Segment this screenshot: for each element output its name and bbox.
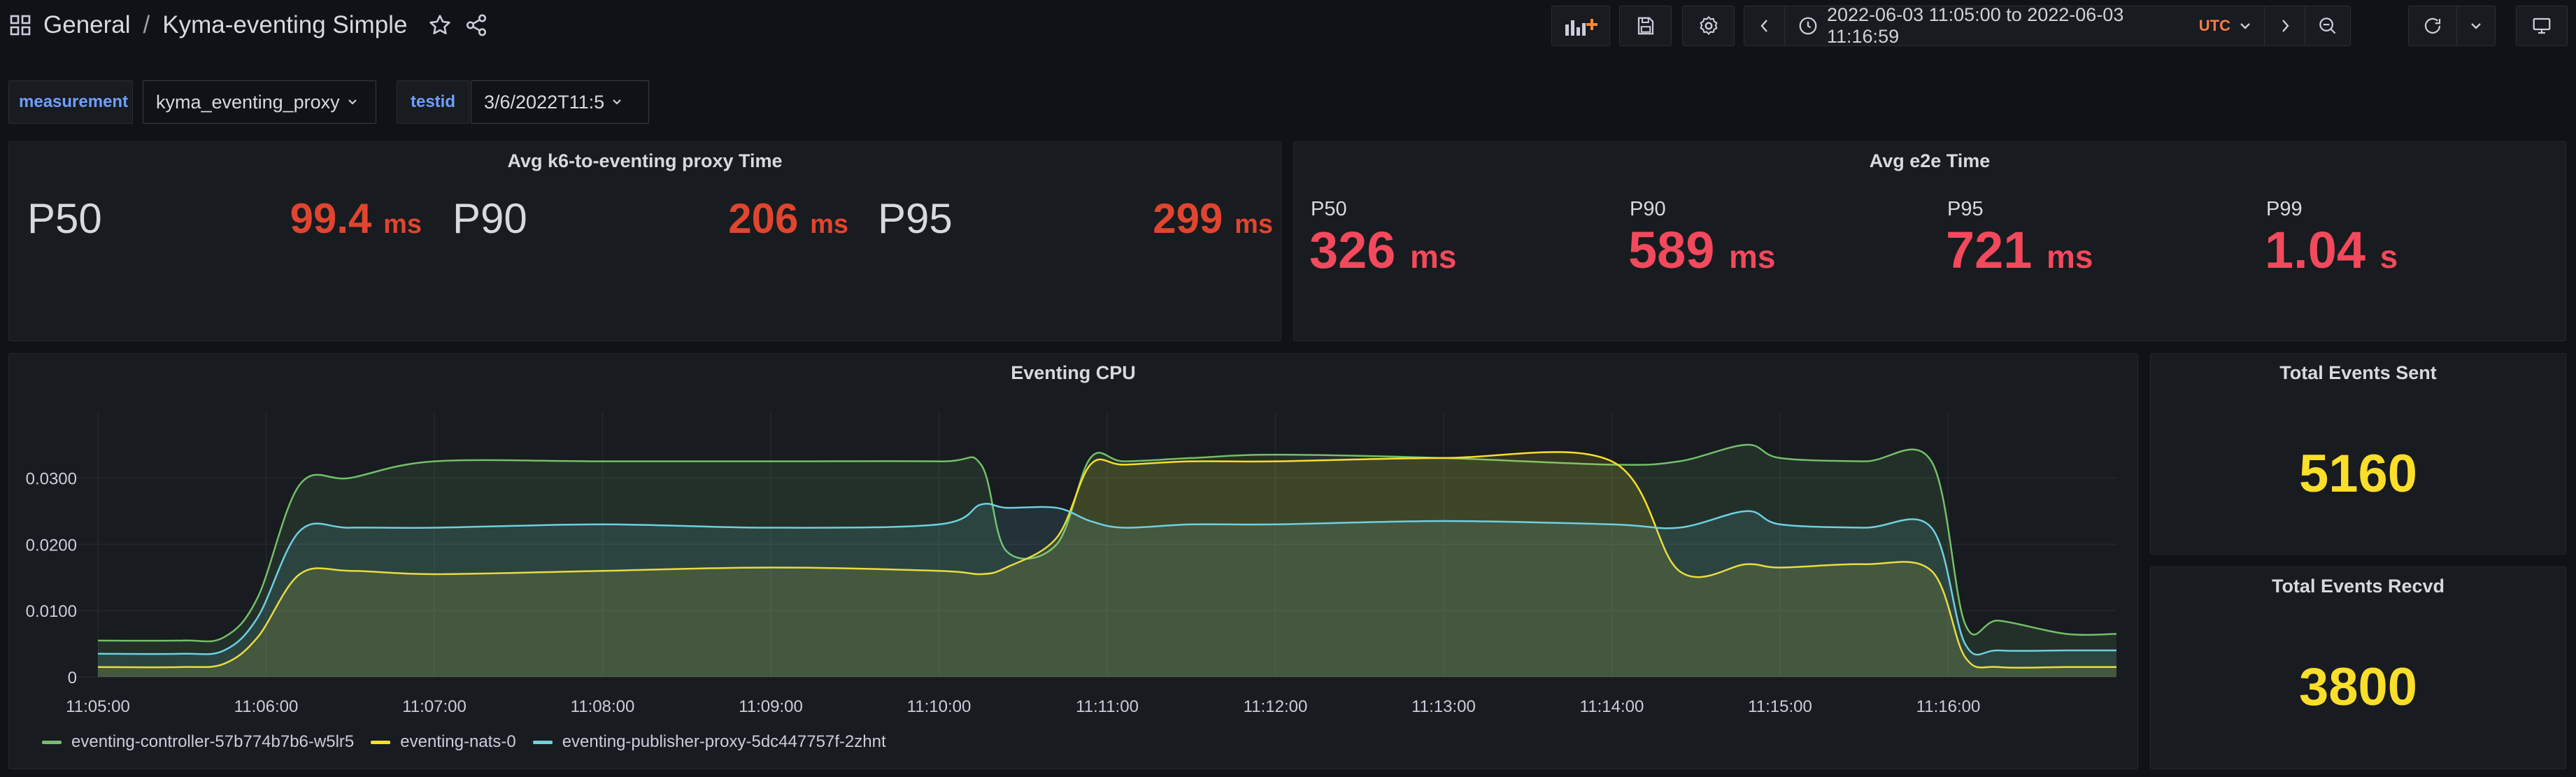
- x-tick-label: 11:09:00: [739, 697, 803, 716]
- x-tick-label: 11:14:00: [1580, 697, 1644, 716]
- panel-title[interactable]: Total Events Recvd: [2151, 576, 2566, 597]
- events-sent-value: 5160: [2298, 444, 2418, 504]
- x-tick-label: 11:12:00: [1244, 697, 1308, 716]
- panel-total-events-recvd: Total Events Recvd 3800: [2150, 566, 2566, 769]
- chart-legend: eventing-controller-57b774b7b6-w5lr5 eve…: [42, 731, 886, 753]
- x-tick-label: 11:11:00: [1076, 697, 1139, 716]
- legend-swatch: [42, 740, 62, 744]
- legend-item-controller[interactable]: eventing-controller-57b774b7b6-w5lr5: [42, 732, 354, 752]
- x-tick-label: 11:10:00: [907, 697, 972, 716]
- x-tick-label: 11:06:00: [234, 697, 299, 716]
- y-tick-label: 0: [68, 669, 77, 687]
- legend-swatch: [371, 740, 391, 744]
- legend-label: eventing-publisher-proxy-5dc447757f-2zhn…: [562, 732, 886, 751]
- y-tick-label: 0.0200: [26, 536, 77, 555]
- x-tick-label: 11:13:00: [1411, 697, 1476, 716]
- x-tick-label: 11:07:00: [402, 697, 467, 716]
- x-tick-label: 11:16:00: [1916, 697, 1981, 716]
- panel-title[interactable]: Total Events Sent: [2151, 362, 2566, 384]
- legend-label: eventing-controller-57b774b7b6-w5lr5: [71, 732, 355, 751]
- panel-total-events-sent: Total Events Sent 5160: [2150, 353, 2566, 555]
- legend-swatch: [532, 740, 553, 744]
- legend-label: eventing-nats-0: [400, 732, 516, 751]
- legend-item-publisher[interactable]: eventing-publisher-proxy-5dc447757f-2zhn…: [532, 732, 886, 752]
- series-publisher-area: [98, 504, 2116, 677]
- x-tick-label: 11:08:00: [571, 697, 635, 716]
- y-tick-label: 0.0300: [26, 469, 77, 488]
- x-tick-label: 11:05:00: [66, 697, 130, 716]
- legend-item-nats[interactable]: eventing-nats-0: [371, 732, 516, 752]
- y-tick-label: 0.0100: [26, 602, 77, 621]
- x-tick-label: 11:15:00: [1748, 697, 1812, 716]
- events-recvd-value: 3800: [2298, 657, 2418, 717]
